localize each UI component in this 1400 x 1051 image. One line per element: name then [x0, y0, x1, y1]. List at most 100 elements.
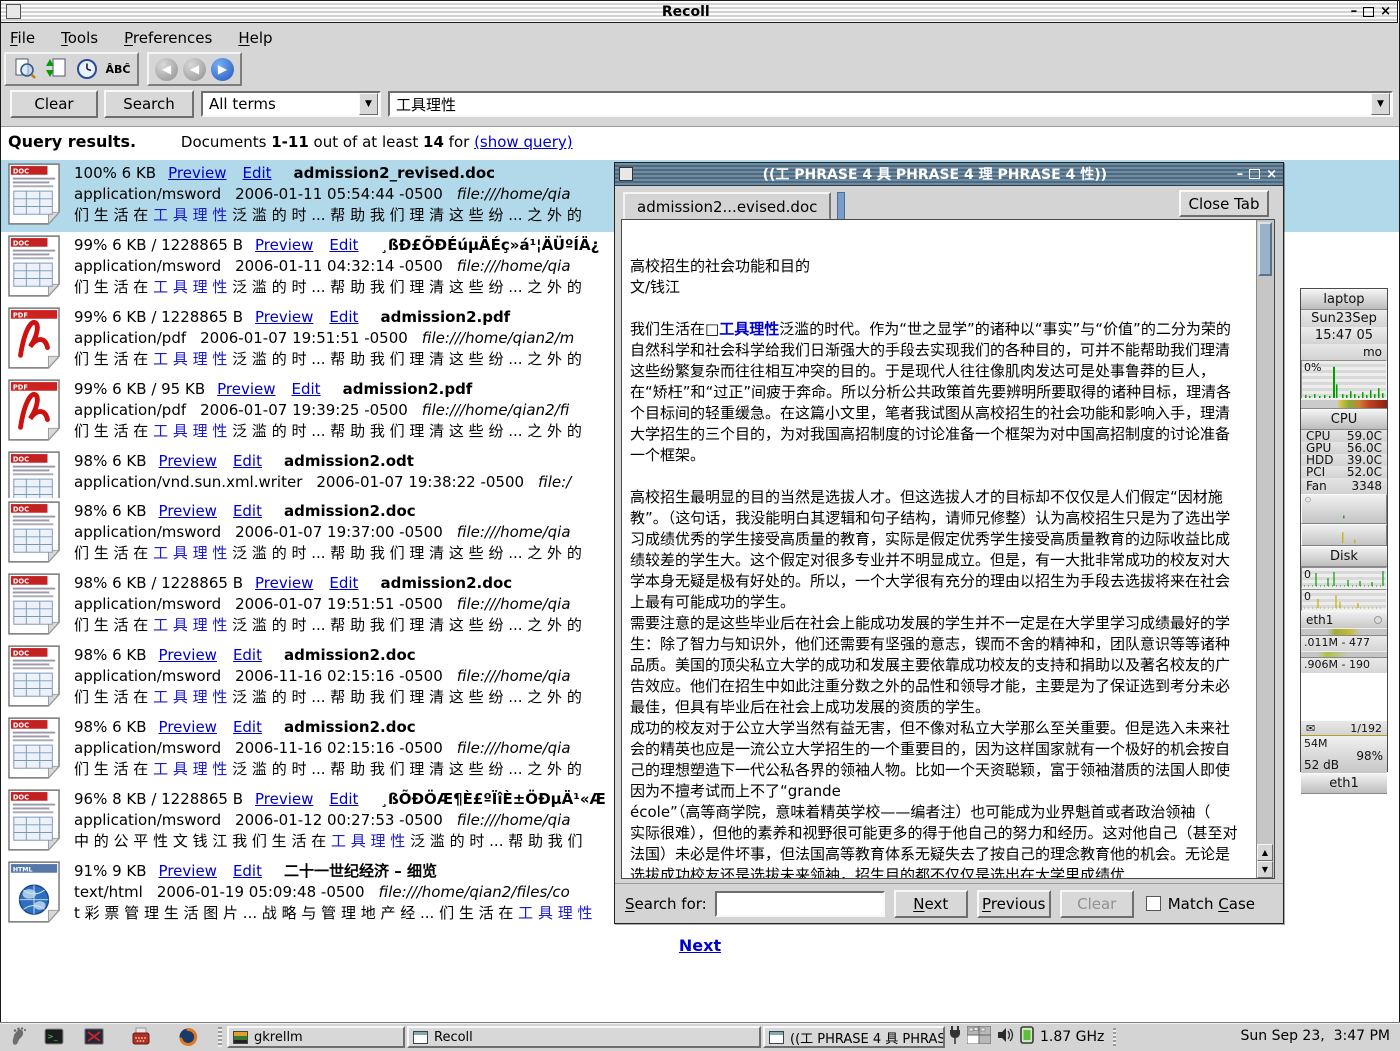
- preview-window-menu-icon[interactable]: [619, 167, 633, 181]
- query-history-dropdown-icon[interactable]: ▼: [1371, 93, 1390, 115]
- lock-screen-icon[interactable]: [83, 1026, 105, 1048]
- clear-button[interactable]: Clear: [10, 90, 98, 118]
- result-date: 2006-11-16 02:15:16 -0500: [235, 667, 443, 685]
- history-clock-icon[interactable]: [74, 56, 100, 82]
- volume-speaker-icon[interactable]: [996, 1026, 1014, 1048]
- menu-help[interactable]: Help: [238, 29, 272, 47]
- window-app-icon: [769, 1031, 784, 1044]
- cpu-frequency-label: 1.87 GHz: [1040, 1029, 1104, 1045]
- preview-close-icon[interactable]: ×: [1266, 167, 1277, 182]
- preview-link[interactable]: Preview: [159, 718, 217, 736]
- search-button[interactable]: Search: [104, 90, 194, 118]
- preview-link[interactable]: Preview: [159, 646, 217, 664]
- preview-link[interactable]: Preview: [159, 502, 217, 520]
- window-menu-icon[interactable]: [6, 4, 21, 19]
- result-meta: 98% 6 KB: [74, 452, 147, 470]
- terminal-icon[interactable]: >_: [43, 1026, 65, 1048]
- edit-link[interactable]: Edit: [233, 452, 262, 470]
- minimize-icon[interactable]: –: [1351, 4, 1358, 19]
- cpu-usage-chart: 0%: [1301, 360, 1387, 399]
- workspace-pager-icon[interactable]: [967, 1026, 991, 1048]
- checkbox-icon[interactable]: [1146, 896, 1161, 911]
- toolbar: ÂBĈ ◀ ◀ ▶: [4, 52, 242, 86]
- show-query-link[interactable]: (show query): [474, 133, 573, 151]
- result-filename: admission2.odt: [284, 452, 414, 470]
- preview-document-icon[interactable]: [12, 56, 38, 82]
- gkrellm-date: Sun23Sep: [1301, 310, 1387, 327]
- find-previous-button[interactable]: Previous: [977, 890, 1051, 918]
- highlighted-term: 工 具 理 性: [153, 688, 227, 706]
- edit-link[interactable]: Edit: [292, 380, 321, 398]
- search-mode-combobox[interactable]: All terms ▼: [201, 91, 381, 117]
- taskbar-button-preview[interactable]: ((工 PHRASE 4 具 PHRASE ...: [763, 1026, 945, 1048]
- edit-link[interactable]: Edit: [233, 862, 262, 880]
- preview-link[interactable]: Preview: [255, 236, 313, 254]
- result-mime: application/pdf: [74, 329, 186, 347]
- firefox-icon[interactable]: [177, 1026, 199, 1048]
- maximize-icon[interactable]: [1363, 7, 1374, 17]
- power-plug-icon[interactable]: [948, 1025, 962, 1049]
- fan-chart: [1301, 494, 1387, 524]
- preview-maximize-icon[interactable]: [1249, 169, 1260, 179]
- menu-preferences[interactable]: Preferences: [124, 29, 212, 47]
- gkrellm-monitor-label: mo: [1301, 344, 1387, 360]
- result-date: 2006-01-11 05:54:44 -0500: [235, 185, 443, 203]
- result-meta: 99% 6 KB / 95 KB: [74, 380, 205, 398]
- chevron-down-icon[interactable]: ▼: [359, 93, 378, 115]
- find-clear-button[interactable]: Clear: [1060, 890, 1134, 918]
- close-icon[interactable]: ×: [1380, 4, 1391, 19]
- preview-link[interactable]: Preview: [159, 862, 217, 880]
- cpu-frequency-icon[interactable]: [1019, 1025, 1035, 1049]
- sort-documents-icon[interactable]: [43, 56, 69, 82]
- highlighted-term: 工 具 理 性: [153, 616, 227, 634]
- scroll-down-icon[interactable]: ▼: [1257, 861, 1273, 878]
- typewriter-icon[interactable]: [130, 1026, 152, 1048]
- edit-link[interactable]: Edit: [233, 502, 262, 520]
- find-input[interactable]: [715, 891, 885, 917]
- preview-link[interactable]: Preview: [168, 164, 226, 182]
- next-page-link[interactable]: Next: [679, 936, 721, 955]
- taskbar-handle[interactable]: [218, 1027, 222, 1047]
- preview-link[interactable]: Preview: [217, 380, 275, 398]
- preview-find-bar: Search for: Next Previous Clear Match Ca…: [615, 883, 1283, 923]
- close-tab-button[interactable]: Close Tab: [1179, 190, 1269, 217]
- taskbar: >_ gkrellm Recoll ((工 PHRASE 4 具 PHRASE …: [0, 1023, 1400, 1051]
- edit-link[interactable]: Edit: [329, 574, 358, 592]
- match-case-checkbox[interactable]: Match Case: [1146, 895, 1255, 913]
- taskbar-button-recoll[interactable]: Recoll: [407, 1026, 761, 1048]
- taskbar-button-gkrellm[interactable]: gkrellm: [227, 1026, 405, 1048]
- result-mime: application/msword: [74, 523, 221, 541]
- memory-used: 54M: [1304, 738, 1328, 749]
- preview-minimize-icon[interactable]: –: [1237, 167, 1244, 182]
- preview-link[interactable]: Preview: [255, 790, 313, 808]
- preview-scrollbar[interactable]: ▲ ▼: [1256, 220, 1274, 878]
- mail-row: ✉ 1/192: [1301, 721, 1387, 735]
- results-header: Query results. Documents 1-11 out of at …: [8, 132, 573, 151]
- edit-link[interactable]: Edit: [242, 164, 271, 182]
- edit-link[interactable]: Edit: [329, 308, 358, 326]
- gnome-foot-icon[interactable]: [8, 1026, 30, 1048]
- preview-tab[interactable]: admission2...evised.doc: [623, 192, 831, 220]
- edit-link[interactable]: Edit: [233, 718, 262, 736]
- secondary-chart: [1301, 524, 1387, 546]
- edit-link[interactable]: Edit: [329, 790, 358, 808]
- find-next-button[interactable]: Next: [894, 890, 968, 918]
- eth-led-icon: [1374, 616, 1382, 624]
- nav-forward-icon[interactable]: ▶: [211, 58, 234, 81]
- edit-link[interactable]: Edit: [329, 236, 358, 254]
- menu-file[interactable]: File: [10, 29, 35, 47]
- nav-first-icon[interactable]: ◀: [155, 58, 178, 81]
- preview-link[interactable]: Preview: [255, 308, 313, 326]
- result-mime: application/msword: [74, 739, 221, 757]
- preview-link[interactable]: Preview: [159, 452, 217, 470]
- preview-link[interactable]: Preview: [255, 574, 313, 592]
- query-input[interactable]: [390, 94, 1371, 114]
- scrollbar-thumb[interactable]: [1258, 222, 1272, 276]
- menu-tools[interactable]: Tools: [61, 29, 98, 47]
- term-explorer-icon[interactable]: ÂBĈ: [105, 56, 131, 82]
- result-meta: 99% 6 KB / 1228865 B: [74, 308, 243, 326]
- nav-back-icon[interactable]: ◀: [183, 58, 206, 81]
- results-header-title: Query results.: [8, 132, 136, 151]
- scroll-up-icon[interactable]: ▲: [1257, 844, 1273, 861]
- edit-link[interactable]: Edit: [233, 646, 262, 664]
